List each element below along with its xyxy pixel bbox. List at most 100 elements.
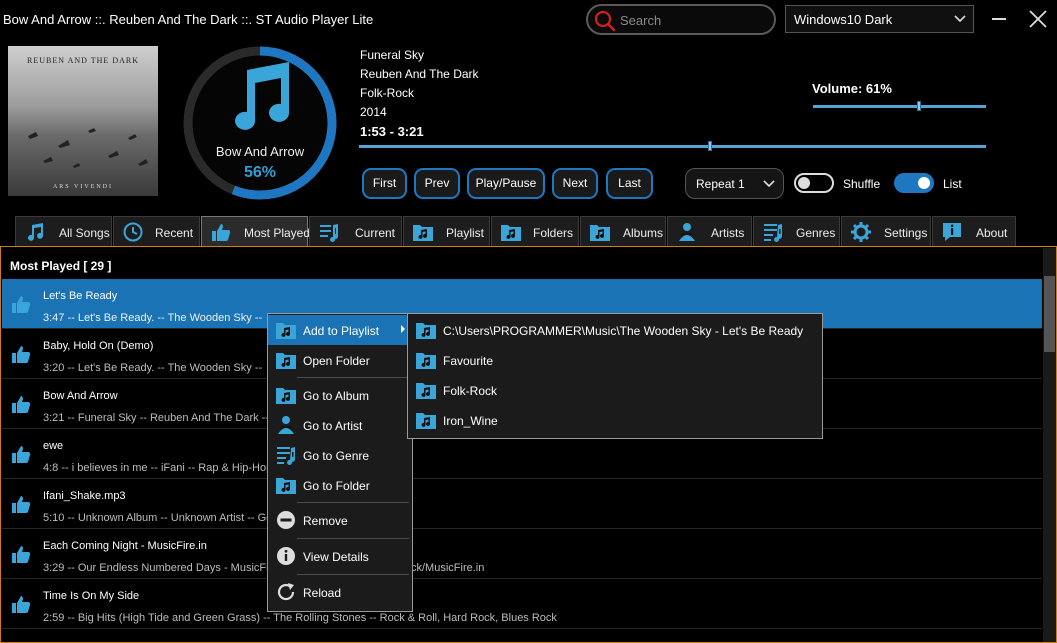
tab-folders[interactable]: Folders <box>491 216 579 246</box>
shuffle-toggle[interactable] <box>794 173 834 193</box>
volume-slider[interactable] <box>813 105 986 108</box>
song-title: ewe <box>43 440 64 452</box>
folder-icon <box>276 478 296 494</box>
music-note-icon <box>235 62 290 130</box>
list-item[interactable]: Each Coming Night - MusicFire.in 3:29 --… <box>2 529 1042 579</box>
list-toggle[interactable] <box>894 173 934 193</box>
menu-item-add-to-playlist[interactable]: Add to Playlist <box>268 315 412 345</box>
close-icon[interactable] <box>1027 8 1049 30</box>
tab-playlist[interactable]: Playlist <box>403 216 490 246</box>
search-box[interactable] <box>586 4 776 35</box>
tab-artists[interactable]: Artists <box>667 216 752 246</box>
album-icon <box>590 225 610 241</box>
tab-recent[interactable]: Recent <box>113 216 200 246</box>
clock-icon <box>123 222 143 242</box>
window-title: Bow And Arrow ::. Reuben And The Dark ::… <box>3 12 374 27</box>
list-panel: Most Played [ 29 ] Let's Be Ready 3:47 -… <box>0 246 1057 643</box>
theme-select-value: Windows10 Dark <box>794 12 893 27</box>
tab-albums[interactable]: Albums <box>580 216 666 246</box>
song-title: Baby, Hold On (Demo) <box>43 340 154 352</box>
search-icon <box>594 10 616 32</box>
playlist-folder-icon <box>413 225 433 241</box>
tab-current[interactable]: Current <box>309 216 402 246</box>
track-year: 2014 <box>360 105 387 119</box>
thumbs-up-icon <box>12 596 31 613</box>
menu-separator <box>297 377 409 378</box>
song-details: 4:8 -- i believes in me -- iFani -- Rap … <box>43 462 273 474</box>
menu-item-reload[interactable]: Reload <box>268 577 412 607</box>
info-icon <box>277 547 295 565</box>
menu-item-open-folder[interactable]: Open Folder <box>268 345 412 375</box>
reload-icon <box>277 583 295 601</box>
menu-separator <box>297 502 409 503</box>
volume-slider-thumb[interactable] <box>916 101 921 111</box>
search-input[interactable] <box>620 11 770 29</box>
chevron-down-icon <box>954 15 966 23</box>
song-title: Time Is On My Side <box>43 590 140 602</box>
playlist-icon <box>276 323 296 339</box>
tab-all-songs[interactable]: All Songs <box>15 216 112 246</box>
menu-item-remove[interactable]: Remove <box>268 505 412 535</box>
menu-item-go-to-album[interactable]: Go to Album <box>268 380 412 410</box>
submenu-item-playlist[interactable]: Favourite <box>408 345 822 375</box>
menu-item-go-to-artist[interactable]: Go to Artist <box>268 410 412 440</box>
artist-icon <box>278 416 294 434</box>
theme-select[interactable]: Windows10 Dark <box>785 5 974 33</box>
seek-slider[interactable] <box>359 145 986 148</box>
song-details: 3:47 -- Let's Be Ready. -- The Wooden Sk… <box>43 312 263 324</box>
context-menu: Add to Playlist Open Folder Go to Album … <box>267 313 413 612</box>
list-scrollbar[interactable] <box>1043 248 1056 642</box>
tab-most-played[interactable]: Most Played <box>201 216 310 247</box>
track-album: Funeral Sky <box>360 48 425 62</box>
play-pause-button[interactable]: Play/Pause <box>467 168 545 199</box>
submenu-item-playlist[interactable]: Folk-Rock <box>408 375 822 405</box>
repeat-select-value: Repeat 1 <box>696 177 745 191</box>
menu-item-go-to-genre[interactable]: Go to Genre <box>268 440 412 470</box>
prev-button[interactable]: Prev <box>414 168 460 199</box>
first-button[interactable]: First <box>362 168 407 199</box>
list-label: List <box>943 177 962 191</box>
album-art-footer: ARS VIVENDI <box>52 184 114 190</box>
song-details: 2:59 -- Big Hits (High Tide and Green Gr… <box>43 612 557 624</box>
chevron-down-icon <box>763 180 775 188</box>
tab-about[interactable]: About <box>932 216 1016 246</box>
song-title: Each Coming Night - MusicFire.in <box>43 540 207 552</box>
thumbs-up-icon <box>12 296 31 313</box>
ring-progress-percent: 56% <box>243 164 277 181</box>
genre-icon <box>277 447 296 465</box>
playlist-icon <box>416 323 436 339</box>
list-item[interactable]: Time Is On My Side 2:59 -- Big Hits (Hig… <box>2 579 1042 629</box>
seek-slider-thumb[interactable] <box>708 141 713 151</box>
repeat-select[interactable]: Repeat 1 <box>685 168 784 199</box>
song-title: Ifani_Shake.mp3 <box>43 490 126 502</box>
title-bar: Bow And Arrow ::. Reuben And The Dark ::… <box>0 0 1057 40</box>
menu-item-view-details[interactable]: View Details <box>268 541 412 571</box>
last-button[interactable]: Last <box>606 168 653 199</box>
list-scrollbar-thumb[interactable] <box>1044 276 1055 352</box>
tab-genres[interactable]: Genres <box>753 216 840 246</box>
submenu-item-playlist[interactable]: Iron_Wine <box>408 405 822 435</box>
list-item[interactable]: Ifani_Shake.mp3 5:10 -- Unknown Album --… <box>2 479 1042 529</box>
next-button[interactable]: Next <box>552 168 598 199</box>
ring-song-title: Bow And Arrow <box>215 144 305 159</box>
current-list-icon <box>320 224 339 242</box>
thumbs-up-icon <box>12 546 31 563</box>
minimize-button[interactable] <box>990 8 1008 30</box>
album-art: REUBEN AND THE DARK ARS VIVENDI <box>8 46 158 196</box>
song-details: 3:20 -- Let's Be Ready. -- The Wooden Sk… <box>43 362 263 374</box>
track-artist: Reuben And The Dark <box>360 67 479 81</box>
open-folder-icon <box>276 353 296 369</box>
submenu-item-playlist[interactable]: C:\Users\PROGRAMMER\Music\The Wooden Sky… <box>408 315 822 345</box>
playlist-icon <box>416 383 436 399</box>
track-time: 1:53 - 3:21 <box>360 124 424 139</box>
tab-settings[interactable]: Settings <box>841 216 931 246</box>
playlist-submenu: C:\Users\PROGRAMMER\Music\The Wooden Sky… <box>407 313 823 439</box>
birds-illustration <box>28 128 148 168</box>
song-details: 3:29 -- Our Endless Numbered Days - Musi… <box>43 562 485 574</box>
remove-icon <box>277 511 295 529</box>
volume-label: Volume: 61% <box>812 81 892 96</box>
song-title: Let's Be Ready <box>43 290 118 302</box>
song-details: 5:10 -- Unknown Album -- Unknown Artist … <box>43 512 273 524</box>
playlist-icon <box>416 353 436 369</box>
menu-item-go-to-folder[interactable]: Go to Folder <box>268 470 412 500</box>
